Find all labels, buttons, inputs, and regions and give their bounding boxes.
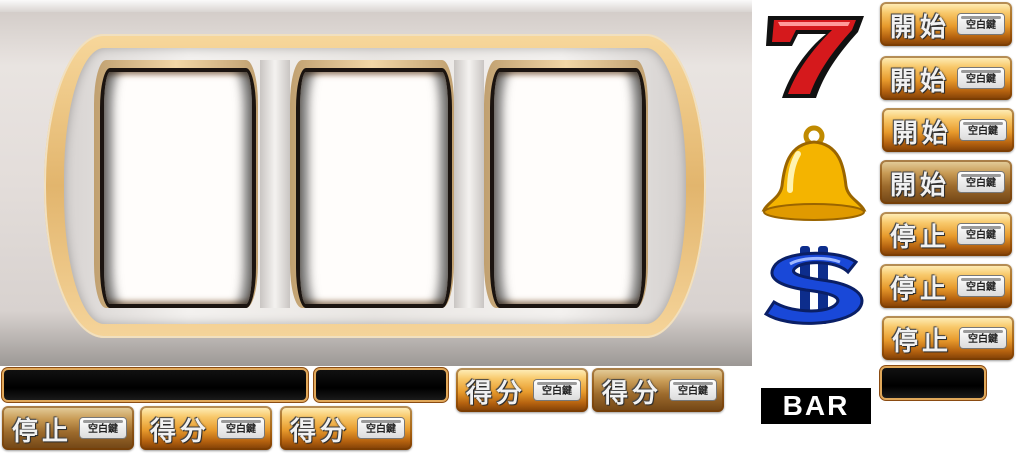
slot-machine [0,0,752,366]
score-label: 得分 [290,417,351,447]
stop-label: 停止 [12,417,73,447]
space-key-label: 空白鍵 [960,120,1006,140]
score-label: 得分 [466,379,527,409]
bell-icon [761,125,867,221]
space-key-label: 空白鍵 [358,418,404,438]
space-key-label: 空白鍵 [958,68,1004,88]
reel-1 [100,68,256,308]
reel-2 [296,68,452,308]
stop-label: 停止 [892,327,953,357]
space-key-label: 空白鍵 [958,172,1004,192]
stop-button-hover[interactable]: 停止 空白鍵 [880,264,1012,308]
space-key-label: 空白鍵 [958,276,1004,296]
score-label: 得分 [602,379,663,409]
space-key-label: 空白鍵 [670,380,716,400]
space-key-label: 空白鍵 [958,224,1004,244]
start-button-disabled[interactable]: 開始 空白鍵 [880,160,1012,204]
dollar-icon [763,246,864,325]
small-display [882,368,984,398]
stop-button-disabled[interactable]: 停止 空白鍵 [2,406,134,450]
bar-symbol: BAR [761,388,871,424]
space-key-label: 空白鍵 [218,418,264,438]
start-label: 開始 [890,171,951,201]
space-key-label: 空白鍵 [960,328,1006,348]
score-button[interactable]: 得分 空白鍵 [456,368,588,412]
start-button-pressed[interactable]: 開始 空白鍵 [882,108,1014,152]
space-key-label: 空白鍵 [958,14,1004,34]
credit-display [4,370,306,400]
score-button-hover[interactable]: 得分 空白鍵 [140,406,272,450]
start-label: 開始 [890,13,951,43]
reel-3 [490,68,646,308]
machine-top-edge [0,0,752,12]
reel-divider [260,60,290,308]
seven-icon [766,16,864,98]
space-key-label: 空白鍵 [534,380,580,400]
space-key-label: 空白鍵 [80,418,126,438]
stop-button-pressed[interactable]: 停止 空白鍵 [882,316,1014,360]
bet-display [316,370,446,400]
score-button-pressed[interactable]: 得分 空白鍵 [280,406,412,450]
stop-label: 停止 [890,275,951,305]
start-label: 開始 [890,67,951,97]
start-button-hover[interactable]: 開始 空白鍵 [880,56,1012,100]
stop-button[interactable]: 停止 空白鍵 [880,212,1012,256]
start-button[interactable]: 開始 空白鍵 [880,2,1012,46]
start-label: 開始 [892,119,953,149]
reel-divider [454,60,484,308]
score-button-disabled[interactable]: 得分 空白鍵 [592,368,724,412]
stop-label: 停止 [890,223,951,253]
score-label: 得分 [150,417,211,447]
